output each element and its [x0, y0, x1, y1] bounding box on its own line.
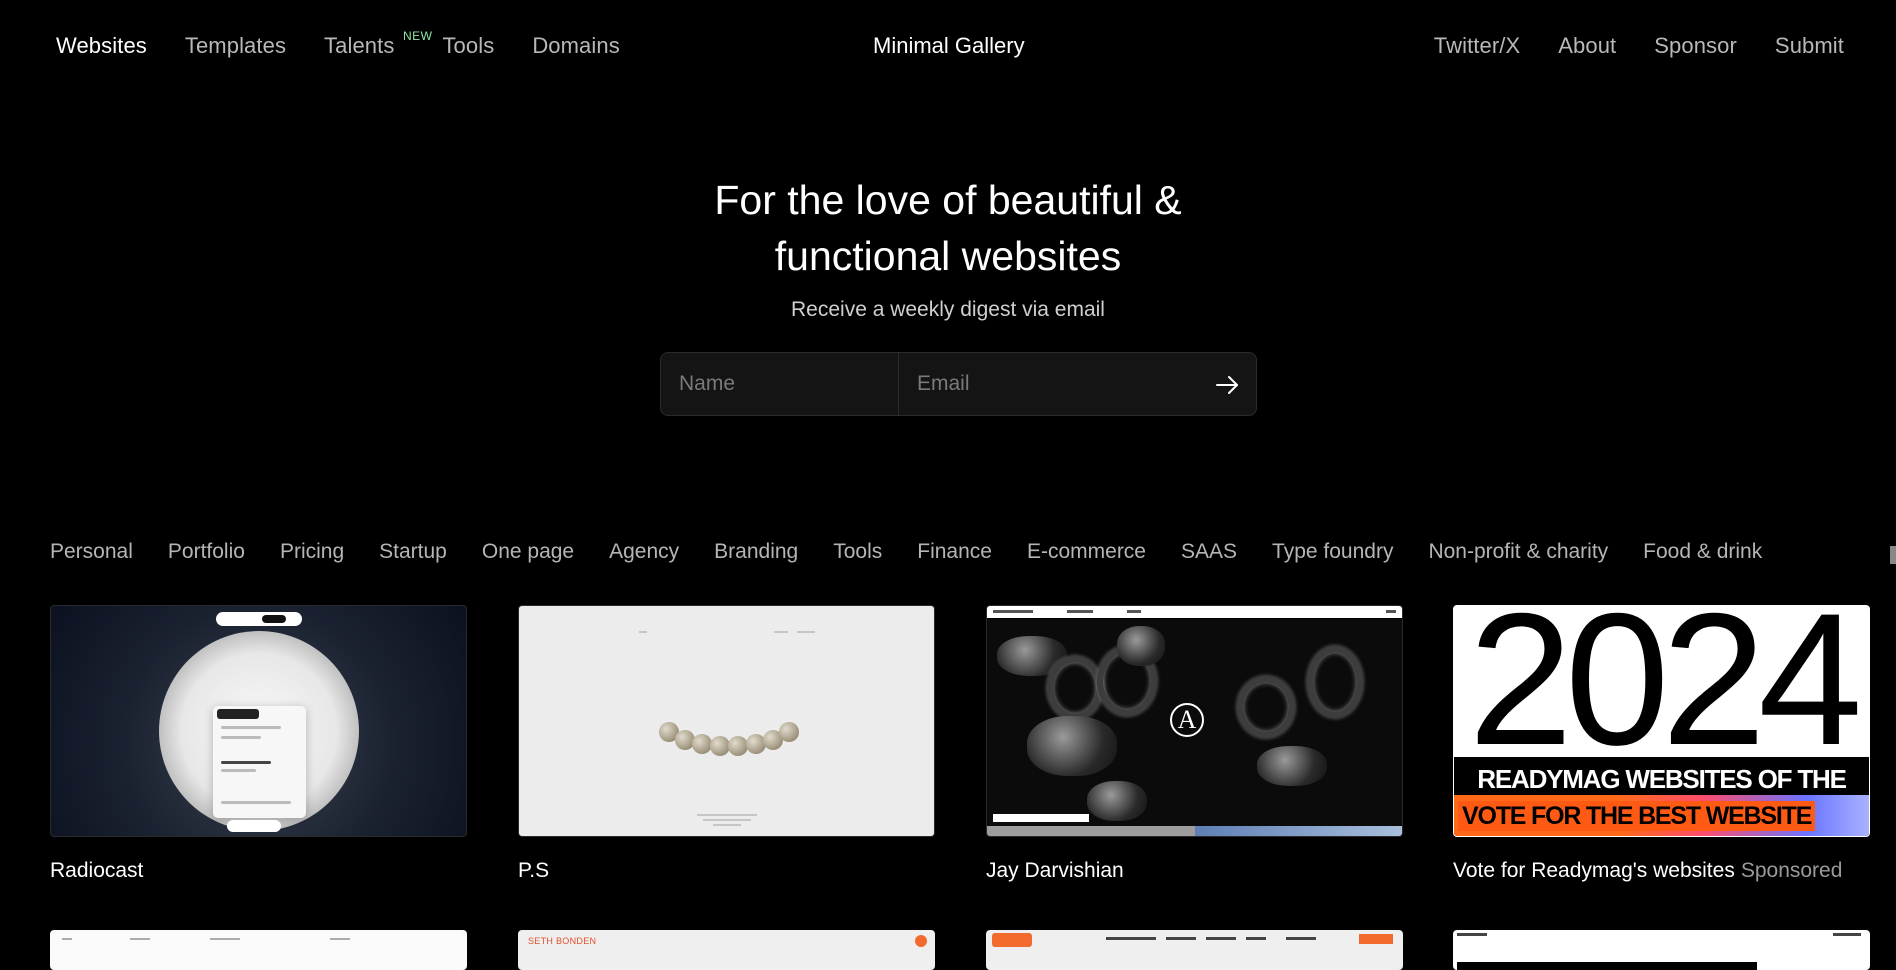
category-filter-bar: Personal Portfolio Pricing Startup One p…	[50, 540, 1762, 564]
category-saas[interactable]: SAAS	[1181, 540, 1237, 564]
nav-link-about[interactable]: About	[1558, 33, 1616, 59]
site-thumbnail[interactable]	[50, 605, 467, 837]
name-input[interactable]	[661, 353, 899, 415]
category-tools[interactable]: Tools	[833, 540, 882, 564]
sponsored-thumbnail[interactable]: 2024 READYMAG WEBSITES OF THE YEAR VOTE …	[1453, 605, 1870, 837]
category-portfolio[interactable]: Portfolio	[168, 540, 245, 564]
nav-link-websites[interactable]: Websites	[56, 33, 147, 59]
nav-right-group: Twitter/X About Sponsor Submit	[1434, 33, 1844, 59]
thumbnail-dot	[915, 935, 927, 947]
hero-subtitle: Receive a weekly digest via email	[791, 298, 1105, 321]
thumbnail-pill	[216, 612, 302, 626]
category-one-page[interactable]: One page	[482, 540, 574, 564]
nav-link-sponsor[interactable]: Sponsor	[1654, 33, 1737, 59]
thumbnail-logo: A	[1170, 703, 1204, 737]
site-thumbnail-row2-2[interactable]: SETH BONDEN	[518, 930, 935, 970]
top-nav: Websites Templates Talents NEW Tools Dom…	[0, 0, 1896, 96]
site-card-title[interactable]: Radiocast	[50, 859, 467, 883]
category-pricing[interactable]: Pricing	[280, 540, 344, 564]
site-thumbnail-row2-3[interactable]	[986, 930, 1403, 970]
site-card-radiocast[interactable]: Radiocast	[50, 605, 467, 883]
category-e-commerce[interactable]: E-commerce	[1027, 540, 1146, 564]
category-finance[interactable]: Finance	[917, 540, 992, 564]
thumbnail-year: 2024	[1468, 605, 1862, 784]
thumbnail-cta: VOTE FOR THE BEST WEBSITE	[1458, 801, 1816, 831]
hero-title-line2: functional websites	[774, 233, 1122, 279]
nav-link-submit[interactable]: Submit	[1775, 33, 1844, 59]
thumbnail-support-pill	[227, 820, 281, 832]
category-agency[interactable]: Agency	[609, 540, 679, 564]
category-personal[interactable]: Personal	[50, 540, 133, 564]
site-thumbnail[interactable]	[518, 605, 935, 837]
site-card-title[interactable]: Jay Darvishian	[986, 859, 1403, 883]
bracelet-graphic	[659, 718, 799, 758]
email-input[interactable]	[899, 353, 1189, 415]
category-branding[interactable]: Branding	[714, 540, 798, 564]
hero-title: For the love of beautiful & functional w…	[0, 172, 1896, 284]
category-non-profit-charity[interactable]: Non-profit & charity	[1428, 540, 1608, 564]
site-thumbnail-row2-1[interactable]	[50, 930, 467, 970]
nav-link-domains[interactable]: Domains	[532, 33, 620, 59]
nav-link-tools[interactable]: Tools	[442, 33, 494, 59]
nav-link-twitter[interactable]: Twitter/X	[1434, 33, 1520, 59]
site-card-ps[interactable]: P.S	[518, 605, 935, 883]
subscribe-form	[660, 352, 1257, 416]
site-card-jay-darvishian[interactable]: A Jay Darvishian	[986, 605, 1403, 883]
site-thumbnail[interactable]: A	[986, 605, 1403, 837]
site-card-readymag-sponsored[interactable]: 2024 READYMAG WEBSITES OF THE YEAR VOTE …	[1453, 605, 1870, 883]
site-thumbnail-row2-4[interactable]	[1453, 930, 1870, 970]
nav-link-talents-label: Talents	[324, 33, 395, 58]
thumbnail-text: SETH BONDEN	[528, 936, 597, 946]
hero-title-line1: For the love of beautiful &	[714, 177, 1182, 223]
arrow-right-icon[interactable]	[1212, 370, 1242, 400]
sponsored-tag: Sponsored	[1740, 859, 1843, 882]
category-startup[interactable]: Startup	[379, 540, 447, 564]
site-card-title-text: Vote for Readymag's websites	[1453, 859, 1735, 882]
category-type-foundry[interactable]: Type foundry	[1272, 540, 1393, 564]
site-card-title[interactable]: P.S	[518, 859, 935, 883]
new-badge: NEW	[402, 29, 433, 43]
thumbnail-player-panel	[213, 706, 306, 818]
nav-link-talents[interactable]: Talents NEW	[324, 29, 432, 59]
site-card-title[interactable]: Vote for Readymag's websites Sponsored	[1453, 859, 1870, 883]
category-overflow-indicator	[1890, 546, 1896, 564]
nav-link-templates[interactable]: Templates	[185, 33, 286, 59]
nav-left-group: Websites Templates Talents NEW Tools Dom…	[56, 29, 620, 59]
category-food-drink[interactable]: Food & drink	[1643, 540, 1762, 564]
site-logo[interactable]: Minimal Gallery	[873, 33, 1025, 59]
